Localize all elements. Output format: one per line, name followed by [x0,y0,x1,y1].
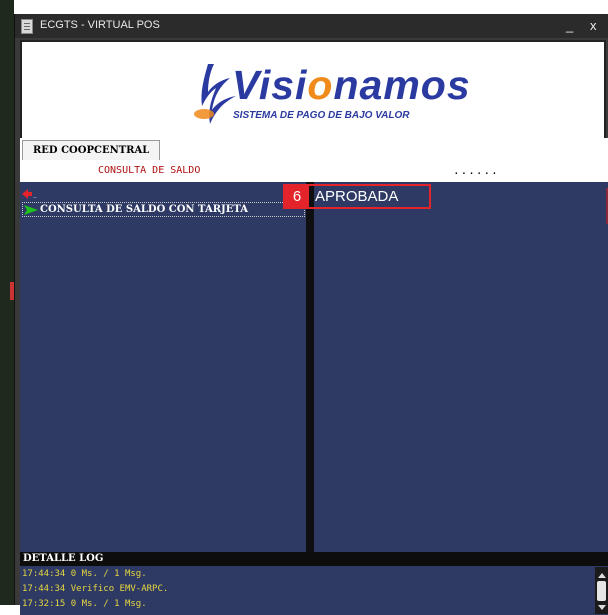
brand-tagline: SISTEMA DE PAGO DE BAJO VALOR [233,110,410,121]
background-strip [0,0,14,605]
log-line: 17:44:34 0 Ms. / 1 Msg. [22,569,147,579]
back-label: .. [33,193,37,199]
minimize-button[interactable]: _ [566,18,573,33]
menu-item-consulta-saldo-tarjeta[interactable]: CONSULTA DE SALDO CON TARJETA [22,202,305,217]
close-button[interactable]: x [590,18,597,33]
title-bar[interactable]: ECGTS - VIRTUAL POS _ x [15,14,608,38]
brand-o: o [307,62,334,108]
log-header: DETALLE LOG [20,552,608,566]
step-number-badge: 6 [285,186,309,207]
brand-name: Visionamos [232,62,471,109]
brand-suffix: namos [333,62,471,108]
window-title: ECGTS - VIRTUAL POS [40,19,160,31]
panel-divider [306,182,314,552]
scroll-down-icon[interactable] [598,605,606,610]
result-status-box: 6 APROBADA [283,184,431,209]
operation-bar: CONSULTA DE SALDO ...... [20,160,608,182]
scroll-up-icon[interactable] [598,573,606,578]
green-arrow-icon [24,205,38,215]
operation-title: CONSULTA DE SALDO [98,165,201,176]
result-panel [314,182,608,552]
menu-panel: .. CONSULTA DE SALDO CON TARJETA [20,182,306,552]
tab-strip: RED COOPCENTRAL [20,138,608,161]
visionamos-logo: Visionamos SISTEMA DE PAGO DE BAJO VALOR [20,40,606,140]
log-scrollbar[interactable] [595,567,608,614]
brand-prefix: Visi [232,62,308,108]
log-panel[interactable]: 17:44:34 0 Ms. / 1 Msg. 17:44:34 Verific… [20,566,608,615]
menu-item-label: CONSULTA DE SALDO CON TARJETA [40,204,249,215]
app-icon [21,19,33,34]
log-line: 17:44:34 Verifico EMV-ARPC. [22,584,169,594]
back-arrow-icon[interactable]: .. [22,189,38,199]
log-line: 17:32:15 0 Ms. / 1 Msg. [22,599,147,609]
virtual-pos-window: ECGTS - VIRTUAL POS _ x Visionamos SISTE… [14,14,608,615]
tab-red-coopcentral[interactable]: RED COOPCENTRAL [22,140,161,160]
screenshot-frame: ECGTS - VIRTUAL POS _ x Visionamos SISTE… [0,0,608,615]
progress-dots: ...... [453,164,499,177]
scroll-thumb[interactable] [597,581,606,601]
status-aprobada: APROBADA [315,188,399,205]
log-header-title: DETALLE LOG [23,553,104,564]
